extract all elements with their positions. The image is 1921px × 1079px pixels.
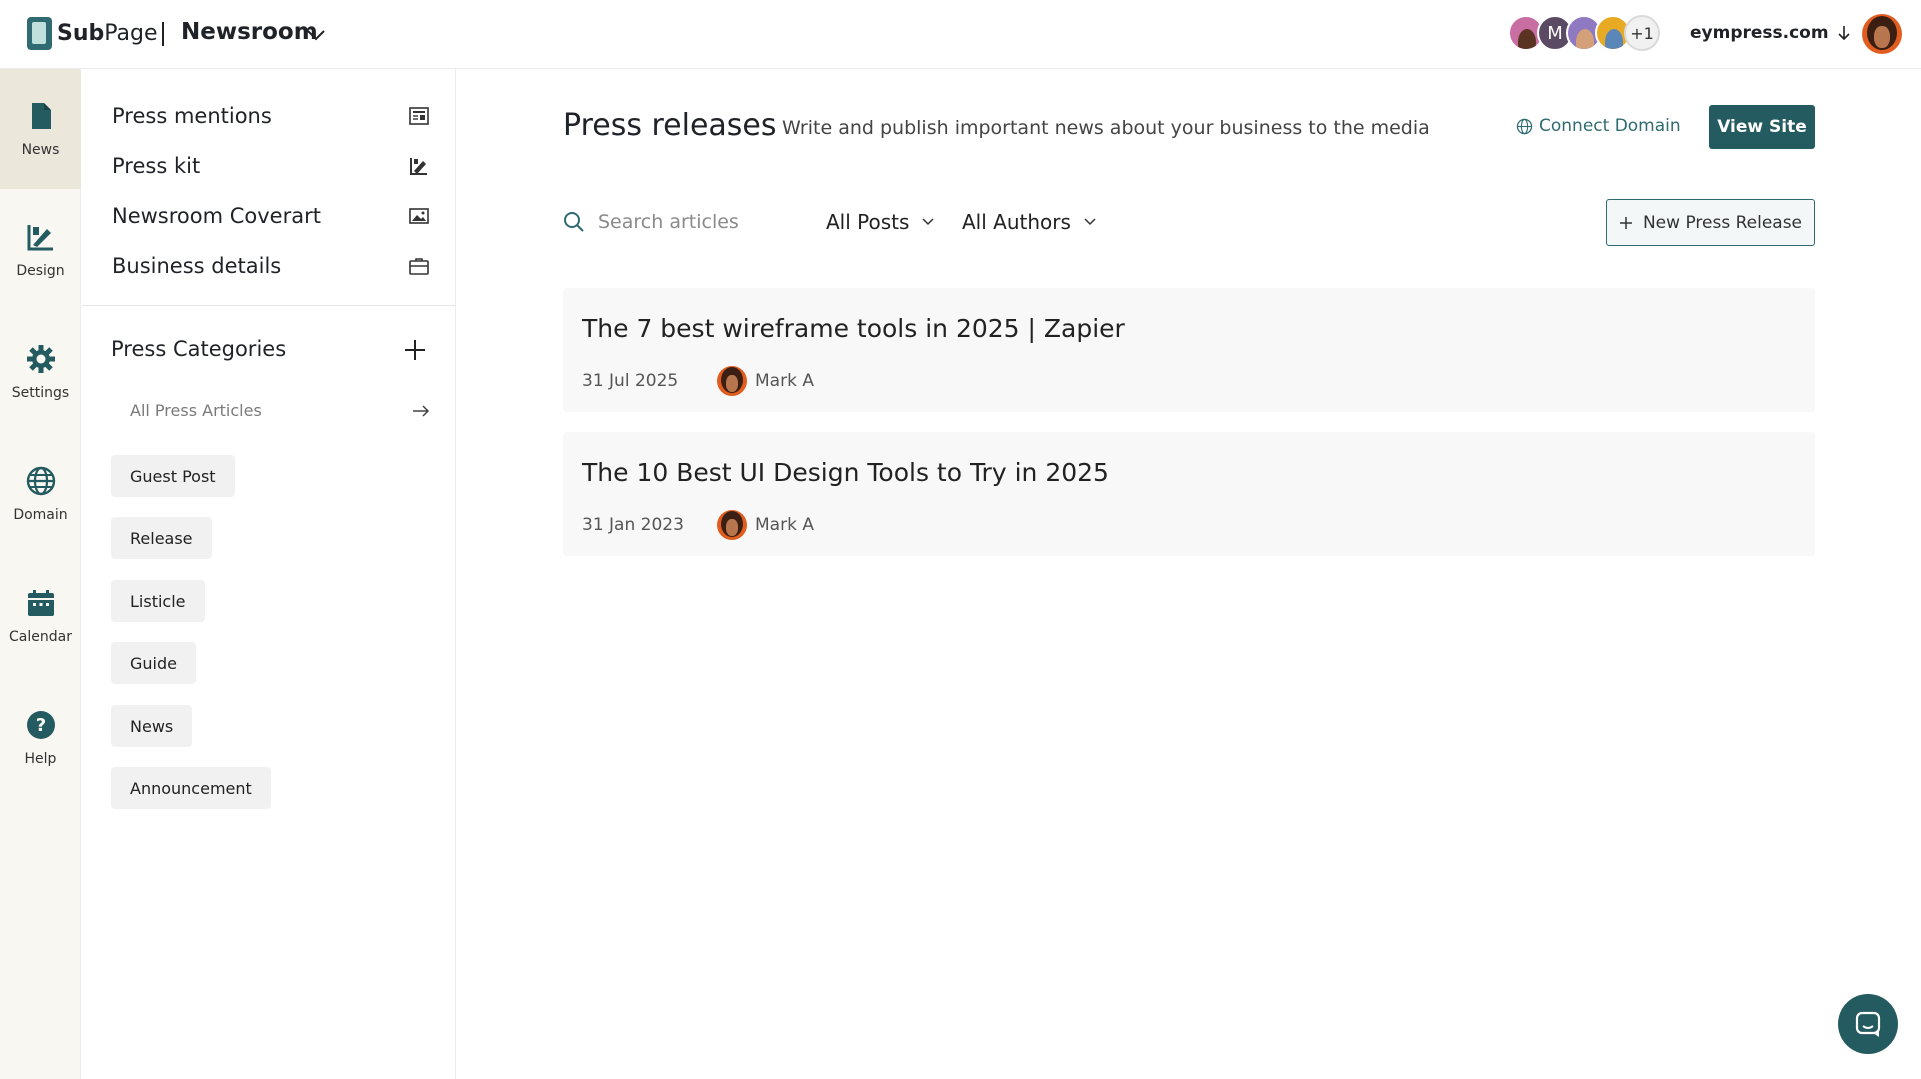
domain-label: eympress.com [1690, 23, 1829, 43]
newsroom-sidebar: Press mentions Press kit Newsroom Covera… [82, 69, 456, 1079]
article-author: Mark A [755, 515, 814, 535]
category-chip-release[interactable]: Release [111, 517, 212, 559]
connect-domain-label: Connect Domain [1539, 116, 1681, 136]
briefcase-icon [409, 258, 429, 275]
article-title[interactable]: The 7 best wireframe tools in 2025 | Zap… [582, 314, 1125, 343]
author-avatar [717, 366, 747, 396]
rail-item-settings[interactable]: Settings [0, 312, 81, 432]
globe-icon [26, 466, 55, 496]
rail-item-news[interactable]: News [0, 69, 81, 189]
rail-item-label: Help [24, 751, 57, 767]
rail-item-label: Settings [11, 385, 70, 401]
domain-menu[interactable]: eympress.com [1690, 23, 1851, 43]
category-chip-news[interactable]: News [111, 705, 193, 747]
category-chip-guide[interactable]: Guide [111, 642, 196, 684]
all-authors-filter-label: All Authors [962, 210, 1071, 234]
category-chip-listicle[interactable]: Listicle [111, 580, 205, 622]
all-authors-filter[interactable]: All Authors [962, 210, 1097, 234]
new-press-release-label: New Press Release [1642, 212, 1803, 233]
logo-text: SubPage [57, 21, 158, 46]
rail-item-calendar[interactable]: Calendar [0, 556, 81, 676]
search-icon [564, 212, 584, 232]
chat-icon [1855, 1011, 1881, 1037]
rail-item-design[interactable]: Design [0, 190, 81, 310]
page-subtitle: Write and publish important news about y… [782, 117, 1430, 139]
sidebar-item-label: Business details [112, 254, 282, 278]
sidebar-item-press-mentions[interactable]: Press mentions [112, 96, 430, 136]
chevron-down-icon[interactable] [305, 24, 327, 46]
workspace-title[interactable]: Newsroom [181, 19, 318, 45]
rail-item-help[interactable]: ? Help [0, 678, 81, 798]
avatar-initial: M [1547, 22, 1563, 44]
rail-item-label: News [21, 142, 60, 158]
search-input[interactable] [598, 206, 798, 238]
left-rail: News Design Settings Domain Calendar ? H… [0, 69, 81, 1079]
chevron-down-icon [1084, 218, 1096, 226]
sidebar-item-press-kit[interactable]: Press kit [112, 146, 430, 186]
logo-text-page: Page [104, 21, 158, 46]
article-meta: 31 Jul 2025 Mark A [582, 366, 814, 396]
sidebar-divider [82, 305, 456, 306]
subpage-logo[interactable]: SubPage [27, 17, 158, 50]
rail-item-label: Design [16, 263, 65, 279]
article-date: 31 Jul 2025 [582, 371, 679, 391]
image-icon [409, 208, 429, 224]
all-posts-filter-label: All Posts [826, 210, 910, 234]
sidebar-item-label: Newsroom Coverart [112, 204, 321, 228]
plus-icon [1619, 216, 1632, 229]
connect-domain-link[interactable]: Connect Domain [1516, 116, 1681, 136]
globe-icon [1516, 118, 1533, 134]
rail-item-domain[interactable]: Domain [0, 434, 81, 554]
rail-item-label: Domain [13, 507, 68, 523]
author-avatar [717, 510, 747, 540]
all-posts-filter[interactable]: All Posts [826, 210, 935, 234]
design-icon [27, 225, 53, 251]
calendar-icon [27, 590, 54, 616]
press-categories-title: Press Categories [111, 337, 287, 361]
sidebar-item-newsroom-coverart[interactable]: Newsroom Coverart [112, 196, 430, 236]
collaborator-avatars[interactable]: M +1 [1508, 15, 1660, 51]
article-date: 31 Jan 2023 [582, 515, 684, 535]
view-site-button[interactable]: View Site [1709, 105, 1815, 149]
press-kit-icon [410, 158, 427, 175]
page-title: Press releases [563, 108, 777, 143]
top-header: SubPage Newsroom M +1 eympress.com [0, 0, 1921, 69]
logo-mark-icon [27, 17, 52, 50]
newspaper-icon [409, 107, 429, 125]
arrow-right-icon [413, 404, 430, 417]
avatars-more-count[interactable]: +1 [1624, 15, 1660, 51]
sidebar-item-business-details[interactable]: Business details [112, 246, 430, 286]
article-meta: 31 Jan 2023 Mark A [582, 510, 814, 540]
article-title[interactable]: The 10 Best UI Design Tools to Try in 20… [582, 458, 1109, 487]
logo-text-sub: Sub [57, 21, 105, 46]
arrow-down-icon [1838, 26, 1850, 41]
add-category-icon[interactable] [402, 337, 428, 363]
article-card[interactable]: The 10 Best UI Design Tools to Try in 20… [563, 432, 1815, 556]
sidebar-item-label: Press mentions [112, 104, 272, 128]
svg-text:?: ? [35, 715, 45, 736]
help-icon: ? [26, 711, 55, 739]
category-chip-announcement[interactable]: Announcement [111, 767, 271, 809]
category-chip-guest-post[interactable]: Guest Post [111, 455, 235, 497]
article-author: Mark A [755, 371, 814, 391]
all-press-articles-label: All Press Articles [130, 401, 262, 420]
avatars-more-label: +1 [1630, 23, 1654, 43]
user-avatar[interactable] [1862, 14, 1902, 54]
header-separator [162, 22, 164, 46]
all-press-articles-link[interactable]: All Press Articles [130, 401, 430, 420]
document-icon [31, 103, 51, 129]
chat-support-button[interactable] [1838, 994, 1898, 1054]
sidebar-item-label: Press kit [112, 154, 201, 178]
article-card[interactable]: The 7 best wireframe tools in 2025 | Zap… [563, 288, 1815, 412]
chevron-down-icon [922, 218, 934, 226]
gear-icon [26, 345, 55, 373]
new-press-release-button[interactable]: New Press Release [1606, 199, 1815, 246]
rail-item-label: Calendar [9, 629, 72, 645]
